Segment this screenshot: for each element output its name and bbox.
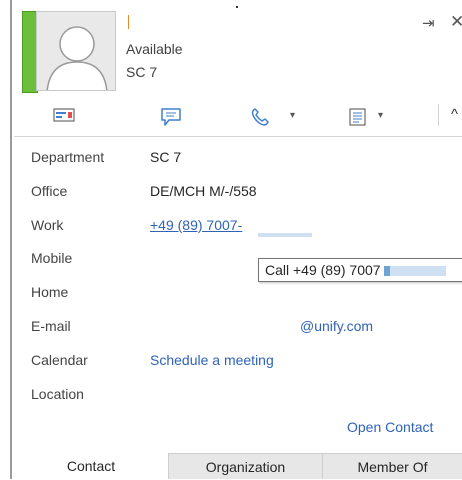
call-tooltip: Call +49 (89) 7007 (258, 258, 462, 282)
work-phone-redaction (258, 233, 312, 237)
work-label: Work (31, 217, 64, 233)
phone-icon[interactable] (250, 107, 270, 132)
home-label: Home (31, 284, 69, 300)
avatar[interactable] (36, 11, 116, 91)
header-divider (14, 136, 462, 137)
location-label: Location (31, 386, 84, 402)
calendar-list-icon-svg (349, 108, 366, 126)
email-label: E-mail (31, 318, 71, 334)
calendar-label: Calendar (31, 352, 88, 368)
department-label: Department (31, 149, 105, 165)
instant-message-icon-svg (53, 108, 75, 122)
open-contact-link[interactable]: Open Contact (347, 419, 433, 435)
phone-dropdown-caret-icon[interactable]: ▾ (290, 110, 295, 121)
chat-icon[interactable] (160, 107, 182, 132)
toolbar-separator (438, 104, 439, 126)
work-phone-link[interactable]: +49 (89) 7007- (150, 217, 242, 233)
contact-card-tabs: Contact Organization Member Of (14, 453, 462, 479)
tab-organization[interactable]: Organization (168, 453, 322, 479)
close-icon[interactable]: ✕ (450, 12, 462, 32)
tab-contact[interactable]: Contact (14, 453, 168, 479)
email-link[interactable]: @unify.com (300, 318, 373, 334)
instant-message-icon[interactable] (53, 107, 75, 128)
calendar-dropdown-caret-icon[interactable]: ▾ (378, 110, 383, 121)
calendar-list-icon[interactable] (348, 107, 368, 132)
chat-icon-svg (161, 108, 181, 126)
header-department: SC 7 (126, 64, 158, 80)
office-value: DE/MCH M/-/558 (150, 183, 257, 199)
person-placeholder-icon (37, 12, 115, 90)
tooltip-redaction (383, 266, 446, 277)
office-label: Office (31, 183, 68, 199)
presence-status-text: Available (126, 41, 183, 57)
department-value: SC 7 (150, 149, 182, 165)
name-text-cursor (128, 15, 129, 29)
mobile-label: Mobile (31, 250, 73, 266)
collapse-icon[interactable]: ^ (451, 106, 458, 123)
call-tooltip-text: Call +49 (89) 7007 (265, 262, 381, 278)
pin-icon[interactable]: ⇥ (422, 14, 435, 32)
decorative-dot (236, 6, 238, 8)
window-left-border (10, 0, 12, 479)
tab-member-of[interactable]: Member Of (322, 453, 462, 479)
schedule-meeting-link[interactable]: Schedule a meeting (150, 352, 274, 368)
phone-icon-svg (251, 108, 269, 126)
